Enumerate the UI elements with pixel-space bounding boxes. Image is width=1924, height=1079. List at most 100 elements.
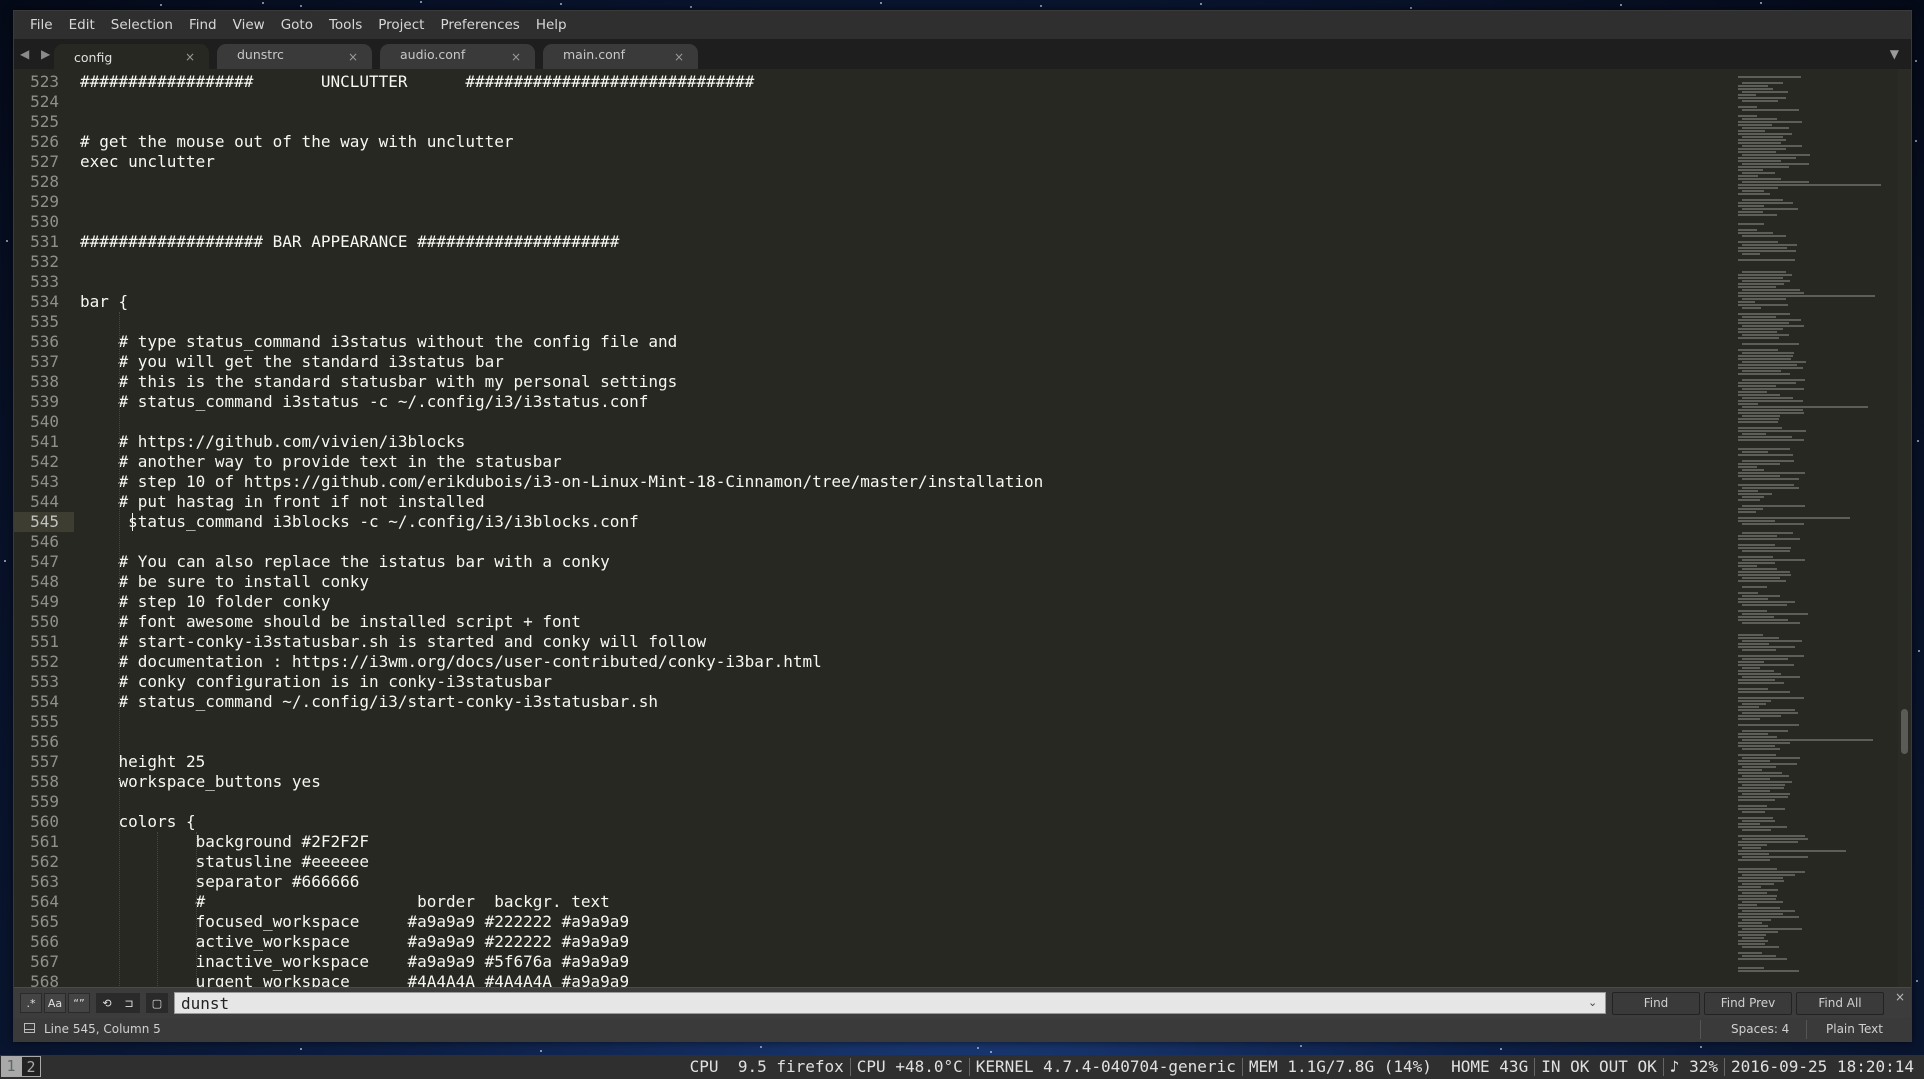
code-line[interactable]: separator #666666 — [80, 872, 360, 892]
close-tab-icon[interactable]: × — [185, 50, 195, 64]
minimap-line — [1742, 496, 1764, 498]
minimap-line — [1742, 532, 1793, 534]
code-line[interactable]: height 25 — [80, 752, 206, 772]
menu-project[interactable]: Project — [370, 17, 432, 33]
line-number: 551 — [30, 632, 59, 651]
indentation-selector[interactable]: Spaces: 4 — [1731, 1022, 1789, 1036]
code-line[interactable]: active_workspace #a9a9a9 #222222 #a9a9a9 — [80, 932, 629, 952]
code-line[interactable]: inactive_workspace #a9a9a9 #5f676a #a9a9… — [80, 952, 629, 972]
find-option-wrap-toggle[interactable]: ⟲ — [96, 993, 118, 1013]
find-button[interactable]: Find — [1612, 992, 1700, 1015]
find-option-in-selection-toggle[interactable]: ⊐ — [118, 993, 140, 1013]
minimap-line — [1742, 901, 1783, 903]
star — [1915, 60, 1917, 62]
find-history-dropdown-icon[interactable]: ⌄ — [1588, 996, 1597, 1009]
minimap-line — [1742, 181, 1809, 183]
code-line[interactable]: bar { — [80, 292, 128, 312]
minimap-line — [1738, 94, 1756, 96]
minimap-line — [1742, 874, 1795, 876]
tab-dunstrc[interactable]: dunstrc × — [217, 44, 372, 69]
minimap-line — [1742, 604, 1787, 606]
find-option-whole-word-toggle[interactable]: “” — [68, 993, 90, 1013]
line-number: 526 — [30, 132, 59, 151]
find-prev-button[interactable]: Find Prev — [1704, 992, 1792, 1015]
code-line[interactable]: # conky configuration is in conky-i3stat… — [80, 672, 552, 692]
syntax-selector[interactable]: Plain Text — [1826, 1022, 1883, 1036]
find-option-regex-toggle[interactable]: .* — [20, 993, 42, 1013]
minimap-line — [1738, 187, 1778, 189]
workspace-button-1[interactable]: 1 — [1, 1056, 21, 1077]
code-line[interactable]: status_command i3blocks -c ~/.config/i3/… — [80, 512, 639, 532]
find-option-highlight-matches-toggle[interactable]: ▢ — [146, 993, 168, 1013]
minimap-line — [1742, 487, 1799, 489]
code-line[interactable]: # you will get the standard i3status bar — [80, 352, 504, 372]
line-number: 553 — [30, 672, 59, 691]
minimap-line — [1738, 718, 1760, 720]
line-number: 539 — [30, 392, 59, 411]
code-line[interactable]: # another way to provide text in the sta… — [80, 452, 562, 472]
code-line[interactable]: # documentation : https://i3wm.org/docs/… — [80, 652, 822, 672]
tab-main-conf[interactable]: main.conf × — [543, 44, 698, 69]
show-panel-icon[interactable] — [24, 1023, 35, 1033]
code-line[interactable]: urgent_workspace #4A4A4A #4A4A4A #a9a9a9 — [80, 972, 629, 987]
minimap-line — [1738, 538, 1800, 540]
menu-view[interactable]: View — [225, 17, 273, 33]
close-tab-icon[interactable]: × — [348, 50, 358, 64]
line-number: 560 — [30, 812, 59, 831]
menu-edit[interactable]: Edit — [61, 17, 103, 33]
minimap-line — [1738, 313, 1790, 315]
code-line[interactable]: # step 10 of https://github.com/erikdubo… — [80, 472, 1044, 492]
code-line[interactable]: background #2F2F2F — [80, 832, 369, 852]
code-line[interactable]: # https://github.com/vivien/i3blocks — [80, 432, 466, 452]
menu-preferences[interactable]: Preferences — [432, 17, 527, 33]
minimap-line — [1742, 469, 1764, 471]
minimap-line — [1738, 259, 1795, 261]
scrollbar-thumb[interactable] — [1901, 709, 1908, 754]
code-line[interactable]: colors { — [80, 812, 196, 832]
code-line[interactable]: # put hastag in front if not installed — [80, 492, 485, 512]
tab-config[interactable]: config × — [54, 44, 209, 69]
find-input[interactable] — [174, 992, 1606, 1014]
code-line[interactable]: ################## UNCLUTTER ###########… — [80, 72, 754, 92]
close-tab-icon[interactable]: × — [511, 50, 521, 64]
close-tab-icon[interactable]: × — [674, 50, 684, 64]
minimap-line — [1738, 232, 1773, 234]
code-line[interactable]: exec unclutter — [80, 152, 215, 172]
code-line[interactable]: # type status_command i3status without t… — [80, 332, 678, 352]
tab-nav-arrows-icon[interactable]: ◀ ▶ — [20, 47, 54, 61]
code-line[interactable]: # status_command i3status -c ~/.config/i… — [80, 392, 649, 412]
menu-find[interactable]: Find — [181, 17, 225, 33]
tab-label: audio.conf — [400, 47, 466, 62]
minimap-line — [1738, 382, 1796, 384]
code-line[interactable]: workspace_buttons yes — [80, 772, 321, 792]
menu-goto[interactable]: Goto — [273, 17, 321, 33]
find-all-button[interactable]: Find All — [1796, 992, 1884, 1015]
find-option-case-sensitive-toggle[interactable]: Aa — [44, 993, 66, 1013]
code-line[interactable]: # be sure to install conky — [80, 572, 369, 592]
vertical-scrollbar[interactable] — [1898, 69, 1911, 987]
menu-tools[interactable]: Tools — [321, 17, 370, 33]
minimap[interactable] — [1738, 69, 1898, 987]
menu-file[interactable]: File — [22, 17, 61, 33]
code-line[interactable]: ################### BAR APPEARANCE #####… — [80, 232, 619, 252]
code-line[interactable]: # get the mouse out of the way with uncl… — [80, 132, 513, 152]
code-line[interactable]: # font awesome should be installed scrip… — [80, 612, 581, 632]
code-line[interactable]: # You can also replace the istatus bar w… — [80, 552, 610, 572]
workspace-button-2[interactable]: 2 — [21, 1056, 41, 1077]
menu-help[interactable]: Help — [528, 17, 575, 33]
tab-list-dropdown-icon[interactable]: ▼ — [1890, 47, 1899, 61]
minimap-line — [1738, 511, 1756, 513]
code-line[interactable]: # this is the standard statusbar with my… — [80, 372, 678, 392]
code-line[interactable]: focused_workspace #a9a9a9 #222222 #a9a9a… — [80, 912, 629, 932]
minimap-line — [1742, 577, 1780, 579]
code-line[interactable]: statusline #eeeeee — [80, 852, 369, 872]
tab-audio-conf[interactable]: audio.conf × — [380, 44, 535, 69]
code-line[interactable]: # start-conky-i3statusbar.sh is started … — [80, 632, 707, 652]
close-find-panel-icon[interactable]: × — [1895, 990, 1905, 1004]
code-line[interactable]: # status_command ~/.config/i3/start-conk… — [80, 692, 658, 712]
star — [1200, 3, 1202, 5]
menu-selection[interactable]: Selection — [103, 17, 181, 33]
editor[interactable]: 523 524 525 526 527 528 529 530 531 532 533 534 535 5… — [14, 69, 1911, 987]
code-line[interactable]: # border backgr. text — [80, 892, 610, 912]
line-number: 546 — [30, 532, 59, 551]
